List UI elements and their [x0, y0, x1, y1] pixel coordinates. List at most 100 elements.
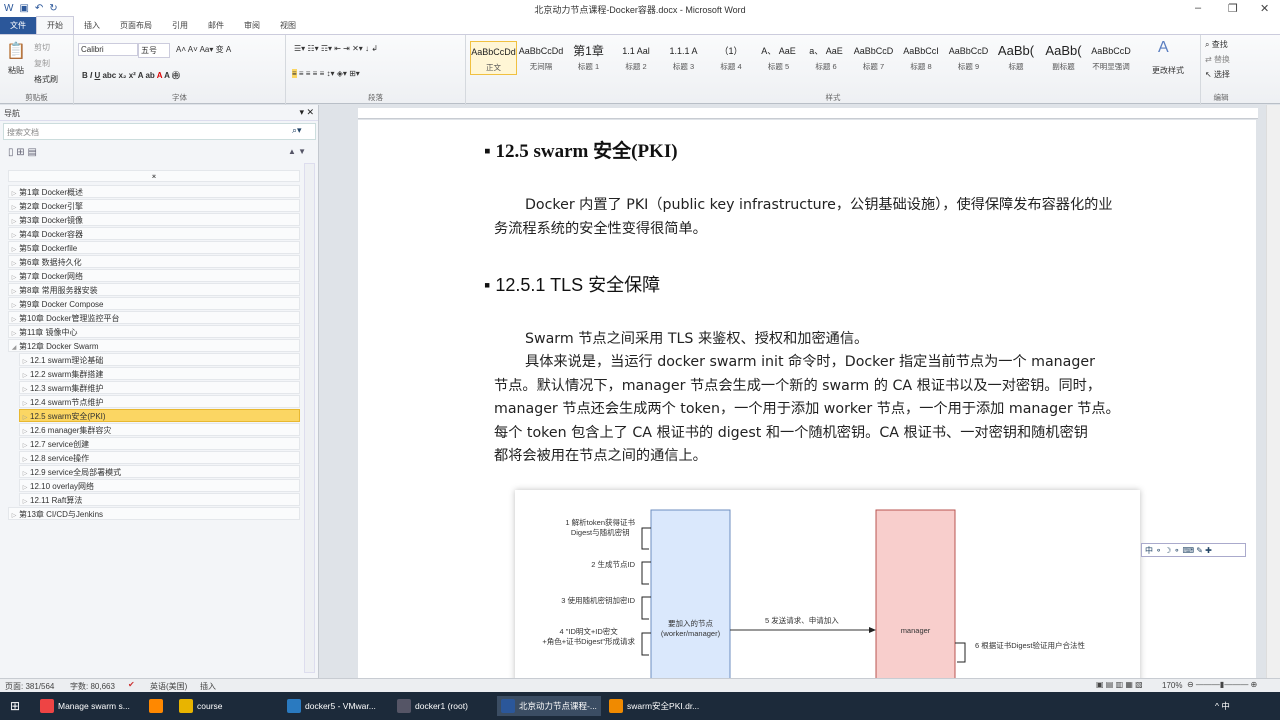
style-14[interactable]: AaBbCcD 不明显强调 [1088, 41, 1135, 75]
style-8[interactable]: a、 AaE 标题 6 [803, 41, 850, 75]
taskbar-item[interactable]: docker5 - VMwar... [283, 696, 380, 716]
tab-home[interactable]: 开始 [36, 16, 74, 34]
style-7[interactable]: A、 AaE 标题 5 [755, 41, 802, 75]
nav-item[interactable]: ▷ 12.2 swarm集群搭建 [19, 367, 300, 380]
insert-mode[interactable]: 插入 [200, 681, 216, 692]
style-12[interactable]: AaBb(标题 [993, 41, 1040, 75]
tab-review[interactable]: 审阅 [234, 17, 270, 34]
nav-item[interactable]: ◢ 第12章 Docker Swarm [8, 339, 300, 352]
style-3[interactable]: 第1章 标题 1 [565, 41, 612, 75]
nav-item[interactable]: ▷ 第10章 Docker管理监控平台 [8, 311, 300, 324]
find-button[interactable]: ⌕ 查找 [1205, 39, 1228, 50]
start-button[interactable]: ⊞ [10, 699, 20, 713]
style-9[interactable]: AaBbCcD 标题 7 [850, 41, 897, 75]
collapsed-triangle-icon[interactable]: ▷ [9, 510, 19, 523]
paste-button[interactable]: 粘贴 [8, 65, 24, 76]
close-button[interactable]: ✕ [1260, 2, 1269, 15]
align-icons[interactable]: ≡ ≡ ≡ ≡ ≡ ↕▾ ◈▾ ⊞▾ [292, 69, 360, 78]
select-button[interactable]: ↖ 选择 [1205, 69, 1230, 80]
horizontal-ruler[interactable] [358, 108, 1258, 119]
change-styles-icon[interactable]: A [1158, 39, 1169, 57]
nav-up-down-arrows[interactable]: ▲ ▼ [288, 147, 306, 156]
nav-item[interactable]: ▷ 第5章 Dockerfile [8, 241, 300, 254]
nav-item[interactable]: ▷ 12.3 swarm集群维护 [19, 381, 300, 394]
style-2[interactable]: AaBbCcDd 无间隔 [518, 41, 565, 75]
document-page[interactable]: ▪ 12.5 swarm 安全(PKI) Docker 内置了 PKI（publ… [358, 120, 1256, 678]
font-size-select[interactable]: 五号 [138, 43, 170, 58]
nav-close-icon[interactable]: ▾ ✕ [299, 107, 314, 118]
nav-item[interactable]: ▷ 12.7 service创建 [19, 437, 300, 450]
restore-button[interactable]: ❐ [1228, 2, 1238, 15]
font-grow-shrink-icons[interactable]: A˄ A˅ Aa▾ 变 A [176, 44, 231, 55]
style-13[interactable]: AaBb(副标题 [1040, 41, 1087, 75]
tab-page-layout[interactable]: 页面布局 [110, 17, 162, 34]
paste-icon[interactable]: 📋 [6, 41, 26, 61]
style-4[interactable]: 1.1 Aal 标题 2 [613, 41, 660, 75]
styles-group: AaBbCcDd 正文 AaBbCcDd 无间隔 第1章 标题 1 1.1 Aal 标题 21… [466, 35, 1201, 105]
system-tray[interactable]: ^ 中 [1215, 700, 1230, 712]
change-styles-button[interactable]: 更改样式 [1152, 65, 1184, 76]
style-1[interactable]: AaBbCcDd 正文 [470, 41, 517, 75]
style-preview: AaBbCcDd [471, 47, 516, 57]
zoom-level[interactable]: 170% [1162, 681, 1182, 690]
nav-item[interactable]: ▷ 第8章 常用服务器安装 [8, 283, 300, 296]
replace-button[interactable]: ⇄ 替换 [1205, 54, 1230, 65]
font-name-select[interactable]: Calibri [78, 43, 138, 56]
nav-item[interactable]: ▷ 第6章 数据持久化 [8, 255, 300, 268]
minimize-button[interactable]: – [1195, 2, 1201, 14]
nav-item[interactable]: ▷ 第11章 镜像中心 [8, 325, 300, 338]
language[interactable]: 英语(美国) [150, 681, 187, 692]
nav-item[interactable]: ▷ 第4章 Docker容器 [8, 227, 300, 240]
nav-item[interactable]: ▷ 12.5 swarm安全(PKI) [19, 409, 300, 422]
tab-view[interactable]: 视图 [270, 17, 306, 34]
style-11[interactable]: AaBbCcD 标题 9 [945, 41, 992, 75]
ime-toolbar[interactable]: 中 ⚬ ☽ ⚬ ⌨ ✎ ✚ [1141, 543, 1246, 557]
view-buttons[interactable]: ▣ ▤ ▥ ▦ ▧ [1096, 680, 1143, 689]
word-count[interactable]: 字数: 80,663 [70, 681, 115, 692]
taskbar-item[interactable]: course [175, 696, 227, 716]
nav-item[interactable]: ▷ 12.6 manager集群容灾 [19, 423, 300, 436]
paragraph-line: 都将会被用在节点之间的通信上。 [494, 448, 707, 464]
expanded-triangle-icon[interactable]: ◢ [9, 342, 19, 355]
list-icons[interactable]: ☰▾ ☷▾ ☶▾ ⇤ ⇥ ✕▾ ↓ ↲ [294, 44, 378, 53]
nav-item[interactable]: ▷ 第7章 Docker网络 [8, 269, 300, 282]
nav-item[interactable]: ▷ 第1章 Docker概述 [8, 185, 300, 198]
nav-search-input[interactable]: 搜索文档 [3, 123, 316, 140]
nav-view-tabs[interactable]: ▯ ⊞ ▤ [8, 147, 37, 158]
nav-item[interactable]: ▷ 12.11 Raft算法 [19, 493, 300, 506]
copy-button[interactable]: 复制 [34, 58, 50, 69]
collapse-all-icon[interactable]: ⌅ [8, 170, 300, 182]
nav-item[interactable]: ▷ 第2章 Docker引擎 [8, 199, 300, 212]
zoom-slider[interactable]: ⊖ ———▮——— ⊕ [1187, 680, 1257, 689]
nav-item[interactable]: ▷ 12.9 service全局部署模式 [19, 465, 300, 478]
nav-item[interactable]: ▷ 12.4 swarm节点维护 [19, 395, 300, 408]
search-icon[interactable]: ⌕▾ [292, 125, 302, 136]
nav-item[interactable]: ▷ 第13章 CI/CD与Jenkins [8, 507, 300, 520]
nav-item[interactable]: ▷ 第3章 Docker镜像 [8, 213, 300, 226]
taskbar-item[interactable]: Manage swarm s... [36, 696, 134, 716]
nav-scrollbar[interactable] [304, 163, 315, 673]
nav-item[interactable]: ▷ 第9章 Docker Compose [8, 297, 300, 310]
tab-insert[interactable]: 插入 [74, 17, 110, 34]
format-painter-button[interactable]: 格式刷 [34, 74, 58, 85]
taskbar-item[interactable]: swarm安全PKI.dr... [605, 696, 703, 716]
nav-item[interactable]: ▷ 12.10 overlay网络 [19, 479, 300, 492]
page-count[interactable]: 页面: 381/564 [5, 681, 54, 692]
taskbar-item[interactable]: docker1 (root) [393, 696, 472, 716]
taskbar-item[interactable] [145, 696, 171, 716]
step-4-label: 4 "ID明文+ID密文 +角色+证书Digest"形成请求 [542, 627, 635, 646]
taskbar-item[interactable]: 北京动力节点课程-... [497, 696, 601, 716]
style-6[interactable]: （1） 标题 4 [708, 41, 755, 75]
style-10[interactable]: AaBbCcI 标题 8 [898, 41, 945, 75]
pki-diagram[interactable]: 1 解析token获得证书 Digest与随机密钥 2 生成节点ID 3 使用随… [515, 490, 1140, 678]
proofing-icon[interactable]: ✔ [128, 680, 135, 689]
nav-item[interactable]: ▷ 12.8 service操作 [19, 451, 300, 464]
cut-button[interactable]: 剪切 [34, 42, 50, 53]
tab-references[interactable]: 引用 [162, 17, 198, 34]
tab-mailings[interactable]: 邮件 [198, 17, 234, 34]
style-5[interactable]: 1.1.1 A 标题 3 [660, 41, 707, 75]
tab-file[interactable]: 文件 [0, 17, 36, 34]
font-format-icons[interactable]: B I U abc x₂ x² A ab A A ㊥ [82, 70, 180, 81]
nav-item[interactable]: ▷ 12.1 swarm理论基础 [19, 353, 300, 366]
vertical-scrollbar[interactable] [1266, 105, 1280, 678]
